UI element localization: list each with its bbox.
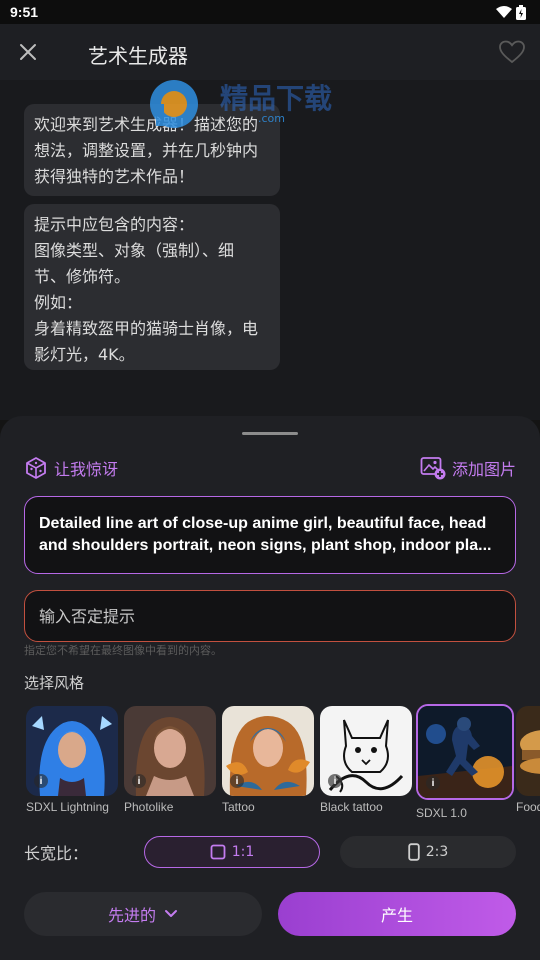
advanced-settings-button[interactable]: 先进的 — [24, 892, 262, 936]
style-thumbnail: i — [124, 706, 216, 796]
square-icon — [210, 844, 226, 860]
info-icon[interactable]: i — [132, 774, 146, 788]
aspect-ratio-2-3-button[interactable]: 2:3 — [340, 836, 516, 868]
chevron-down-icon — [165, 910, 177, 917]
generator-panel: 让我惊讶 添加图片 Detailed line art of close-up … — [0, 416, 540, 960]
heart-icon — [499, 40, 525, 64]
message-line: 身着精致盔甲的猫骑士肖像，电 — [34, 319, 259, 338]
style-name: SDXL 1.0 — [416, 806, 467, 820]
prompt-text: Detailed line art of close-up anime girl… — [39, 515, 487, 532]
favorite-button[interactable] — [498, 38, 526, 66]
style-carousel[interactable]: i SDXL Lightning i Photolike i Tattoo i … — [0, 704, 540, 820]
info-icon[interactable]: i — [328, 774, 342, 788]
negative-prompt-field[interactable] — [24, 590, 516, 642]
message-line: 欢迎来到艺术生成器！描述您的 — [34, 115, 259, 134]
aspect-ratio-heading: 长宽比： — [24, 844, 89, 863]
prompt-text: and shoulders portrait, neon signs, plan… — [39, 537, 492, 554]
portrait-rect-icon — [408, 843, 420, 861]
message-line: 例如： — [34, 293, 83, 312]
negative-prompt-input[interactable] — [39, 606, 501, 626]
page-title: 艺术生成器 — [88, 44, 188, 68]
add-image-icon — [420, 457, 446, 480]
info-icon[interactable]: i — [426, 776, 440, 790]
style-thumbnail: i — [416, 704, 514, 800]
style-card-food[interactable]: Food — [516, 706, 540, 814]
tips-message: 提示中应包含的内容： 图像类型、对象（强制）、细 节、修饰符。 例如： 身着精致… — [24, 204, 280, 370]
close-button[interactable] — [14, 38, 42, 66]
message-line: 图像类型、对象（强制）、细 — [34, 241, 235, 260]
message-line: 想法，调整设置，并在几秒钟内 — [34, 141, 259, 160]
surprise-me-button[interactable]: 让我惊讶 — [24, 454, 118, 482]
drag-handle[interactable] — [242, 432, 298, 435]
surprise-me-label: 让我惊讶 — [54, 460, 119, 479]
generate-label: 产生 — [380, 906, 413, 925]
welcome-message: 欢迎来到艺术生成器！描述您的 想法，调整设置，并在几秒钟内 获得独特的艺术作品！ — [24, 104, 280, 196]
style-card-black-tattoo[interactable]: i Black tattoo — [320, 706, 412, 814]
add-image-label: 添加图片 — [451, 460, 516, 479]
message-line: 节、修饰符。 — [34, 267, 131, 286]
message-line: 获得独特的艺术作品！ — [34, 167, 195, 186]
style-name: SDXL Lightning — [26, 800, 109, 814]
status-bar: 9:51 — [0, 0, 540, 24]
advanced-label: 先进的 — [107, 906, 156, 925]
style-heading: 选择风格 — [24, 674, 85, 692]
style-card-tattoo[interactable]: i Tattoo — [222, 706, 314, 814]
style-name: Photolike — [124, 800, 174, 814]
aspect-ratio-label: 1:1 — [231, 844, 255, 860]
negative-prompt-hint: 指定您不希望在最终图像中看到的内容。 — [24, 644, 222, 657]
status-icons — [496, 4, 526, 20]
style-thumbnail: i — [320, 706, 412, 796]
app-header: 艺术生成器 — [0, 24, 540, 80]
message-line: 影灯光，4K。 — [34, 345, 135, 364]
style-name: Food — [516, 800, 540, 814]
style-card-sdxl-lightning[interactable]: i SDXL Lightning — [26, 706, 118, 814]
prompt-input[interactable]: Detailed line art of close-up anime girl… — [24, 496, 516, 574]
style-thumbnail — [516, 706, 540, 796]
status-time: 9:51 — [10, 4, 39, 20]
style-name: Tattoo — [222, 800, 255, 814]
generate-button[interactable]: 产生 — [278, 892, 516, 936]
style-thumbnail: i — [222, 706, 314, 796]
style-card-sdxl-1-0[interactable]: i SDXL 1.0 — [416, 704, 514, 820]
info-icon[interactable]: i — [230, 774, 244, 788]
dice-icon — [26, 457, 46, 479]
wifi-icon — [496, 6, 512, 18]
battery-icon — [516, 4, 526, 20]
aspect-ratio-1-1-button[interactable]: 1:1 — [144, 836, 320, 868]
style-thumbnail: i — [26, 706, 118, 796]
aspect-ratio-label: 2:3 — [425, 844, 449, 860]
message-line: 提示中应包含的内容： — [34, 215, 195, 234]
style-name: Black tattoo — [320, 800, 383, 814]
style-card-photolike[interactable]: i Photolike — [124, 706, 216, 814]
add-image-button[interactable]: 添加图片 — [420, 454, 516, 482]
close-icon — [20, 44, 36, 60]
info-icon[interactable]: i — [34, 774, 48, 788]
chat-area: 欢迎来到艺术生成器！描述您的 想法，调整设置，并在几秒钟内 获得独特的艺术作品！… — [0, 80, 540, 420]
